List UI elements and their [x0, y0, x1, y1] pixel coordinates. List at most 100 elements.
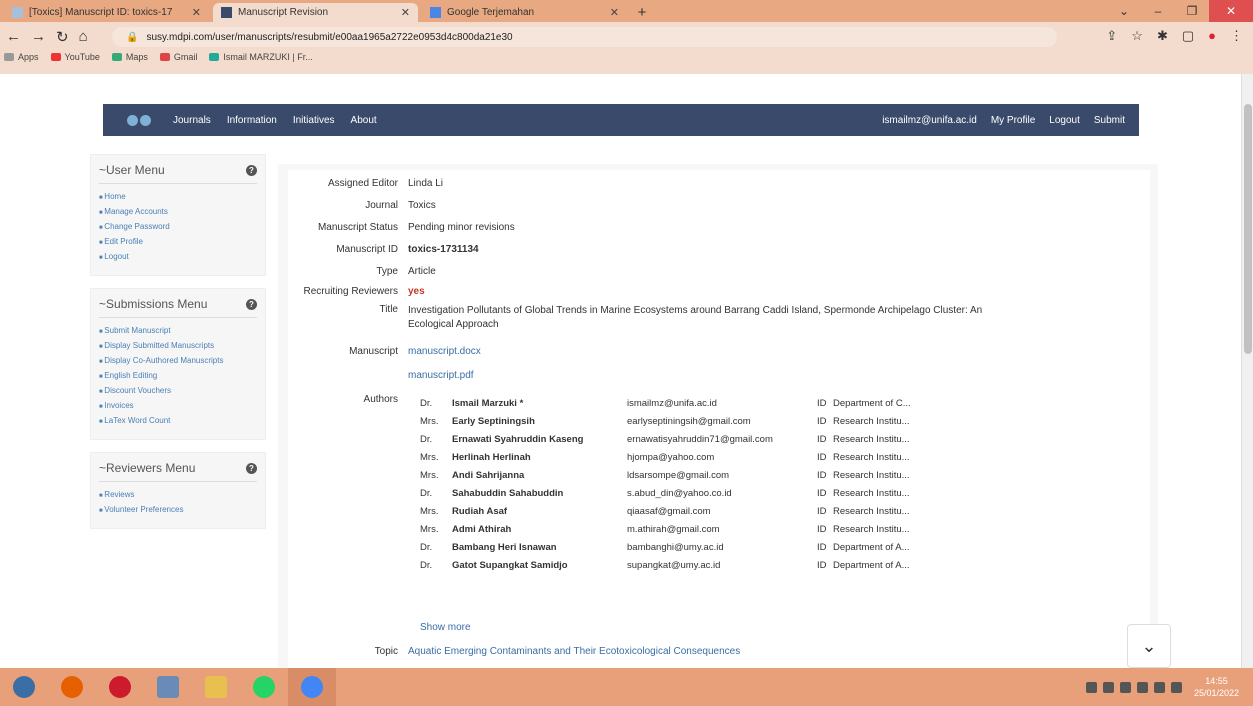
author-title: Dr.	[420, 487, 433, 499]
close-tab-icon[interactable]: ✕	[610, 6, 619, 19]
reload-icon[interactable]: ↻	[56, 28, 69, 46]
sidebar-item-manage-accounts[interactable]: Manage Accounts	[99, 205, 257, 220]
nav-journals[interactable]: Journals	[173, 115, 211, 126]
help-icon[interactable]: ?	[246, 462, 257, 474]
mdpi-logo-icon[interactable]	[127, 112, 153, 128]
sidebar-item-submit-manuscript[interactable]: Submit Manuscript	[99, 324, 257, 339]
author-name: Ernawati Syahruddin Kaseng	[452, 433, 584, 445]
close-tab-icon[interactable]: ✕	[401, 6, 410, 19]
sidebar-item-edit-profile[interactable]: Edit Profile	[99, 235, 257, 250]
author-email[interactable]: ernawatisyahruddin71@gmail.com	[627, 434, 817, 445]
close-tab-icon[interactable]: ✕	[192, 6, 201, 19]
home-icon[interactable]: ⌂	[79, 28, 88, 46]
orcid-id-icon[interactable]: ID	[817, 452, 833, 463]
help-icon[interactable]: ?	[246, 298, 257, 310]
address-bar[interactable]: 🔒 susy.mdpi.com/user/manuscripts/resubmi…	[112, 27, 1057, 47]
orcid-id-icon[interactable]: ID	[817, 560, 833, 571]
author-email[interactable]: supangkat@umy.ac.id	[627, 560, 817, 571]
extensions-icon[interactable]: ✱	[1157, 28, 1168, 44]
nav-my-profile[interactable]: My Profile	[991, 115, 1035, 126]
orcid-id-icon[interactable]: ID	[817, 488, 833, 499]
more-menu-icon[interactable]: ⋮	[1230, 28, 1243, 44]
sidebar-item-reviews[interactable]: Reviews	[99, 488, 257, 503]
close-window-button[interactable]: ✕	[1209, 0, 1253, 22]
author-email[interactable]: earlyseptiningsih@gmail.com	[627, 416, 817, 427]
sidebar-item-display-submitted[interactable]: Display Submitted Manuscripts	[99, 339, 257, 354]
sidebar-item-latex-word-count[interactable]: LaTex Word Count	[99, 414, 257, 429]
sidebar-item-change-password[interactable]: Change Password	[99, 220, 257, 235]
orcid-id-icon[interactable]: ID	[817, 416, 833, 427]
sidebar-item-volunteer-preferences[interactable]: Volunteer Preferences	[99, 503, 257, 518]
start-button[interactable]	[0, 668, 48, 706]
sidebar-item-logout[interactable]: Logout	[99, 250, 257, 265]
bookmark-profile[interactable]: Ismail MARZUKI | Fr...	[209, 52, 313, 62]
tray-icon[interactable]	[1119, 681, 1131, 693]
network-icon[interactable]	[1153, 681, 1165, 693]
maximize-button[interactable]: ❐	[1175, 0, 1209, 22]
orcid-id-icon[interactable]: ID	[817, 542, 833, 553]
forward-icon[interactable]: →	[31, 28, 46, 46]
scrollbar-thumb[interactable]	[1244, 104, 1252, 354]
volume-icon[interactable]	[1170, 681, 1182, 693]
submissions-menu-title[interactable]: ~Submissions Menu	[99, 297, 207, 311]
back-icon[interactable]: ←	[6, 28, 21, 46]
manuscript-pdf-link[interactable]: manuscript.pdf	[408, 370, 474, 381]
clock[interactable]: 14:55 25/01/2022	[1194, 675, 1239, 699]
bookmark-youtube[interactable]: YouTube	[50, 52, 100, 62]
taskbar-chrome[interactable]	[288, 668, 336, 706]
topic-link[interactable]: Aquatic Emerging Contaminants and Their …	[408, 646, 740, 657]
user-menu-title[interactable]: ~User Menu	[99, 163, 165, 177]
star-icon[interactable]: ☆	[1131, 28, 1143, 44]
help-icon[interactable]: ?	[246, 164, 257, 176]
nav-logout[interactable]: Logout	[1049, 115, 1080, 126]
tray-icon[interactable]	[1102, 681, 1114, 693]
nav-information[interactable]: Information	[227, 115, 277, 126]
author-email[interactable]: m.athirah@gmail.com	[627, 524, 817, 535]
sidebar-item-invoices[interactable]: Invoices	[99, 399, 257, 414]
author-email[interactable]: ldsarsompe@gmail.com	[627, 470, 817, 481]
sidebar-item-english-editing[interactable]: English Editing	[99, 369, 257, 384]
authors-list: Dr. Ismail Marzuki * ismailmz@unifa.ac.id I…	[420, 394, 953, 574]
author-email[interactable]: qiaasaf@gmail.com	[627, 506, 817, 517]
orcid-id-icon[interactable]: ID	[817, 506, 833, 517]
tab-search-icon[interactable]: ⌄	[1107, 0, 1141, 22]
new-tab-button[interactable]: +	[631, 3, 653, 22]
manuscript-docx-link[interactable]: manuscript.docx	[408, 346, 481, 357]
bookmark-maps[interactable]: Maps	[111, 52, 148, 62]
profile-icon[interactable]: ●	[1208, 28, 1216, 44]
nav-submit[interactable]: Submit	[1094, 115, 1125, 126]
tray-icon[interactable]	[1136, 681, 1148, 693]
orcid-id-icon[interactable]: ID	[817, 434, 833, 445]
bookmark-gmail[interactable]: Gmail	[159, 52, 197, 62]
author-email[interactable]: hjompa@yahoo.com	[627, 452, 817, 463]
taskbar-app[interactable]	[144, 668, 192, 706]
show-more-link[interactable]: Show more	[420, 622, 471, 633]
browser-tab[interactable]: Google Terjemahan ✕	[422, 3, 627, 22]
tray-icon[interactable]	[1085, 681, 1097, 693]
scroll-down-button[interactable]: ⌄	[1127, 624, 1171, 668]
page-scrollbar[interactable]	[1241, 74, 1253, 668]
bookmark-apps[interactable]: Apps	[4, 52, 39, 62]
nav-initiatives[interactable]: Initiatives	[293, 115, 335, 126]
taskbar-opera[interactable]	[96, 668, 144, 706]
nav-about[interactable]: About	[351, 115, 377, 126]
taskbar-firefox[interactable]	[48, 668, 96, 706]
reading-mode-icon[interactable]: ▢	[1182, 28, 1194, 44]
browser-tab-active[interactable]: Manuscript Revision ✕	[213, 3, 418, 22]
author-email[interactable]: ismailmz@unifa.ac.id	[627, 398, 817, 409]
orcid-id-icon[interactable]: ID	[817, 470, 833, 481]
taskbar-whatsapp[interactable]	[240, 668, 288, 706]
minimize-button[interactable]: –	[1141, 0, 1175, 22]
reviewers-menu-title[interactable]: ~Reviewers Menu	[99, 461, 195, 475]
orcid-id-icon[interactable]: ID	[817, 524, 833, 535]
browser-tab[interactable]: [Toxics] Manuscript ID: toxics-17 ✕	[4, 3, 209, 22]
sidebar-item-discount-vouchers[interactable]: Discount Vouchers	[99, 384, 257, 399]
sidebar-item-home[interactable]: Home	[99, 190, 257, 205]
orcid-id-icon[interactable]: ID	[817, 398, 833, 409]
author-email[interactable]: bambanghi@umy.ac.id	[627, 542, 817, 553]
taskbar-explorer[interactable]	[192, 668, 240, 706]
sidebar-item-display-coauthored[interactable]: Display Co-Authored Manuscripts	[99, 354, 257, 369]
author-email[interactable]: s.abud_din@yahoo.co.id	[627, 488, 817, 499]
nav-user-email[interactable]: ismailmz@unifa.ac.id	[882, 115, 977, 126]
share-icon[interactable]: ⇪	[1106, 28, 1117, 44]
